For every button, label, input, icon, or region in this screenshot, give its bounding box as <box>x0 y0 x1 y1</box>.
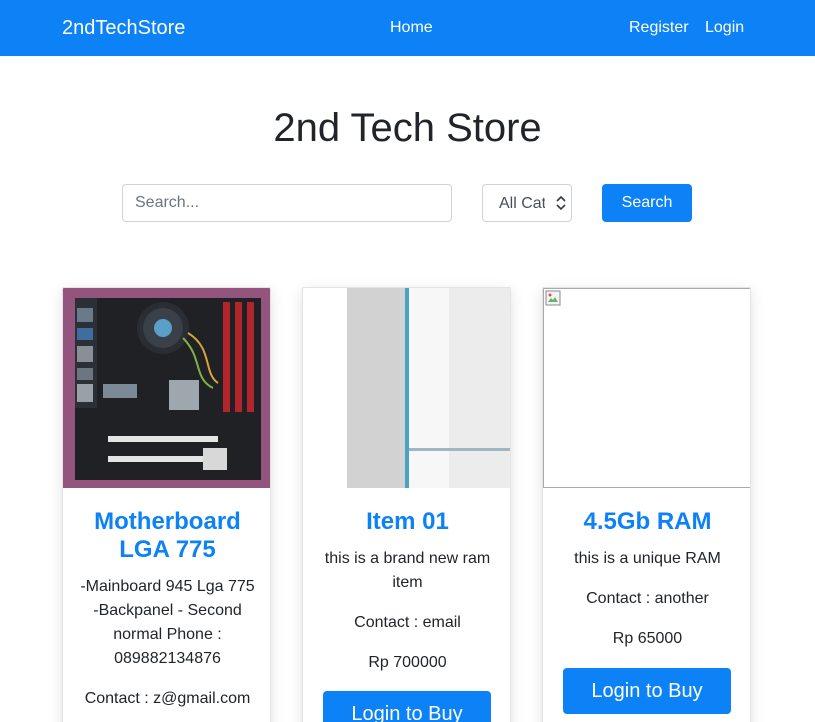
search-input[interactable] <box>122 184 452 222</box>
nav-home-link[interactable]: Home <box>390 18 433 38</box>
login-to-buy-button[interactable]: Login to Buy <box>563 668 731 714</box>
broken-image-icon <box>545 290 561 306</box>
chevron-updown-icon <box>556 195 566 211</box>
product-contact: Contact : another <box>586 590 709 607</box>
product-description: this is a unique RAM <box>574 550 721 567</box>
page-title: 2nd Tech Store <box>273 106 542 150</box>
category-select-value: All Categories <box>499 195 545 212</box>
product-description: -Mainboard 945 Lga 775 -Backpanel - Seco… <box>80 578 255 667</box>
product-title[interactable]: 4.5Gb RAM <box>553 508 742 536</box>
category-select[interactable]: All Categories <box>482 184 572 222</box>
search-button[interactable]: Search <box>602 184 692 222</box>
product-price: Rp 700000 <box>368 654 447 671</box>
product-card: Motherboard LGA 775 -Mainboard 945 Lga 7… <box>62 287 271 722</box>
product-description: this is a brand new ram item <box>324 550 491 591</box>
nav-register-link[interactable]: Register <box>629 18 689 38</box>
product-price: Rp 65000 <box>612 630 683 647</box>
product-contact: Contact : z@gmail.com <box>84 690 251 707</box>
navbar: 2ndTechStore Home Register Login <box>0 0 815 56</box>
brand-link[interactable]: 2ndTechStore <box>62 16 185 40</box>
product-title[interactable]: Item 01 <box>313 508 502 536</box>
product-card: Item 01 this is a brand new ram item Con… <box>302 287 511 722</box>
product-image-broken <box>543 288 750 488</box>
product-image-motherboard <box>63 288 270 488</box>
login-to-buy-button[interactable]: Login to Buy <box>323 691 491 722</box>
product-card: 4.5Gb RAM this is a unique RAM Contact :… <box>542 287 751 722</box>
product-contact: Contact : email <box>354 614 461 631</box>
product-image-ram <box>303 288 510 488</box>
nav-login-link[interactable]: Login <box>705 18 744 38</box>
product-title[interactable]: Motherboard LGA 775 <box>73 508 262 564</box>
